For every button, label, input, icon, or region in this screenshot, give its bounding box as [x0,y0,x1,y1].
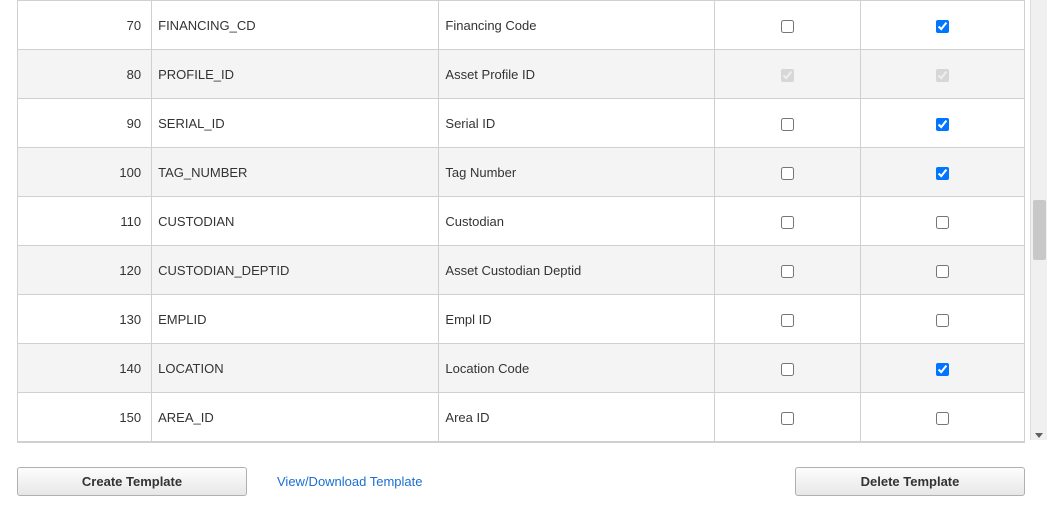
checkbox-col1[interactable] [781,216,794,229]
row-number: 140 [18,344,152,393]
field-description: Asset Profile ID [439,50,714,99]
checkbox-col1-cell [714,344,860,393]
vertical-scrollbar[interactable] [1030,0,1047,440]
checkbox-col2-cell [860,295,1024,344]
checkbox-col1[interactable] [781,118,794,131]
field-description: Location Code [439,344,714,393]
checkbox-col1-cell [714,197,860,246]
checkbox-col2-cell [860,50,1024,99]
field-name: AREA_ID [152,393,439,442]
row-number: 150 [18,393,152,442]
scroll-thumb[interactable] [1033,200,1046,260]
field-description: Area ID [439,393,714,442]
table-row: 150AREA_IDArea ID [18,393,1025,442]
checkbox-col2[interactable] [936,363,949,376]
checkbox-col1-cell [714,393,860,442]
field-name: PROFILE_ID [152,50,439,99]
checkbox-col1-cell [714,295,860,344]
checkbox-col2-cell [860,246,1024,295]
checkbox-col2-cell [860,344,1024,393]
checkbox-col1[interactable] [781,265,794,278]
table-row: 70FINANCING_CDFinancing Code [18,1,1025,50]
table-row: 100TAG_NUMBERTag Number [18,148,1025,197]
checkbox-col1-cell [714,246,860,295]
button-row: Create Template View/Download Template D… [17,467,1025,496]
checkbox-col2-cell [860,148,1024,197]
create-template-button[interactable]: Create Template [17,467,247,496]
table-row: 90SERIAL_IDSerial ID [18,99,1025,148]
checkbox-col2 [936,69,949,82]
field-description: Asset Custodian Deptid [439,246,714,295]
table-row: 140LOCATIONLocation Code [18,344,1025,393]
checkbox-col1-cell [714,99,860,148]
checkbox-col2[interactable] [936,265,949,278]
field-name: LOCATION [152,344,439,393]
scroll-arrow-down-icon[interactable] [1035,433,1043,438]
row-number: 120 [18,246,152,295]
row-number: 130 [18,295,152,344]
field-description: Empl ID [439,295,714,344]
field-name: TAG_NUMBER [152,148,439,197]
table-row: 120CUSTODIAN_DEPTIDAsset Custodian Depti… [18,246,1025,295]
checkbox-col1-cell [714,50,860,99]
checkbox-col1[interactable] [781,167,794,180]
view-download-template-link[interactable]: View/Download Template [277,474,423,489]
checkbox-col2[interactable] [936,118,949,131]
checkbox-col2-cell [860,393,1024,442]
checkbox-col2[interactable] [936,412,949,425]
field-name: FINANCING_CD [152,1,439,50]
field-name: CUSTODIAN_DEPTID [152,246,439,295]
field-name: EMPLID [152,295,439,344]
table-row: 130EMPLIDEmpl ID [18,295,1025,344]
checkbox-col1 [781,69,794,82]
delete-template-button[interactable]: Delete Template [795,467,1025,496]
row-number: 80 [18,50,152,99]
checkbox-col2-cell [860,197,1024,246]
checkbox-col1-cell [714,1,860,50]
checkbox-col2[interactable] [936,167,949,180]
row-number: 100 [18,148,152,197]
table-row: 80PROFILE_IDAsset Profile ID [18,50,1025,99]
checkbox-col2-cell [860,99,1024,148]
checkbox-col2[interactable] [936,314,949,327]
checkbox-col1[interactable] [781,314,794,327]
row-number: 90 [18,99,152,148]
checkbox-col1-cell [714,148,860,197]
checkbox-col2-cell [860,1,1024,50]
checkbox-col2[interactable] [936,20,949,33]
field-name: CUSTODIAN [152,197,439,246]
table-row: 110CUSTODIANCustodian [18,197,1025,246]
field-description: Custodian [439,197,714,246]
field-description: Tag Number [439,148,714,197]
field-description: Serial ID [439,99,714,148]
field-description: Financing Code [439,1,714,50]
row-number: 110 [18,197,152,246]
checkbox-col1[interactable] [781,363,794,376]
row-number: 70 [18,1,152,50]
checkbox-col2[interactable] [936,216,949,229]
checkbox-col1[interactable] [781,20,794,33]
field-name: SERIAL_ID [152,99,439,148]
field-template-table: 70FINANCING_CDFinancing Code80PROFILE_ID… [17,0,1025,443]
checkbox-col1[interactable] [781,412,794,425]
